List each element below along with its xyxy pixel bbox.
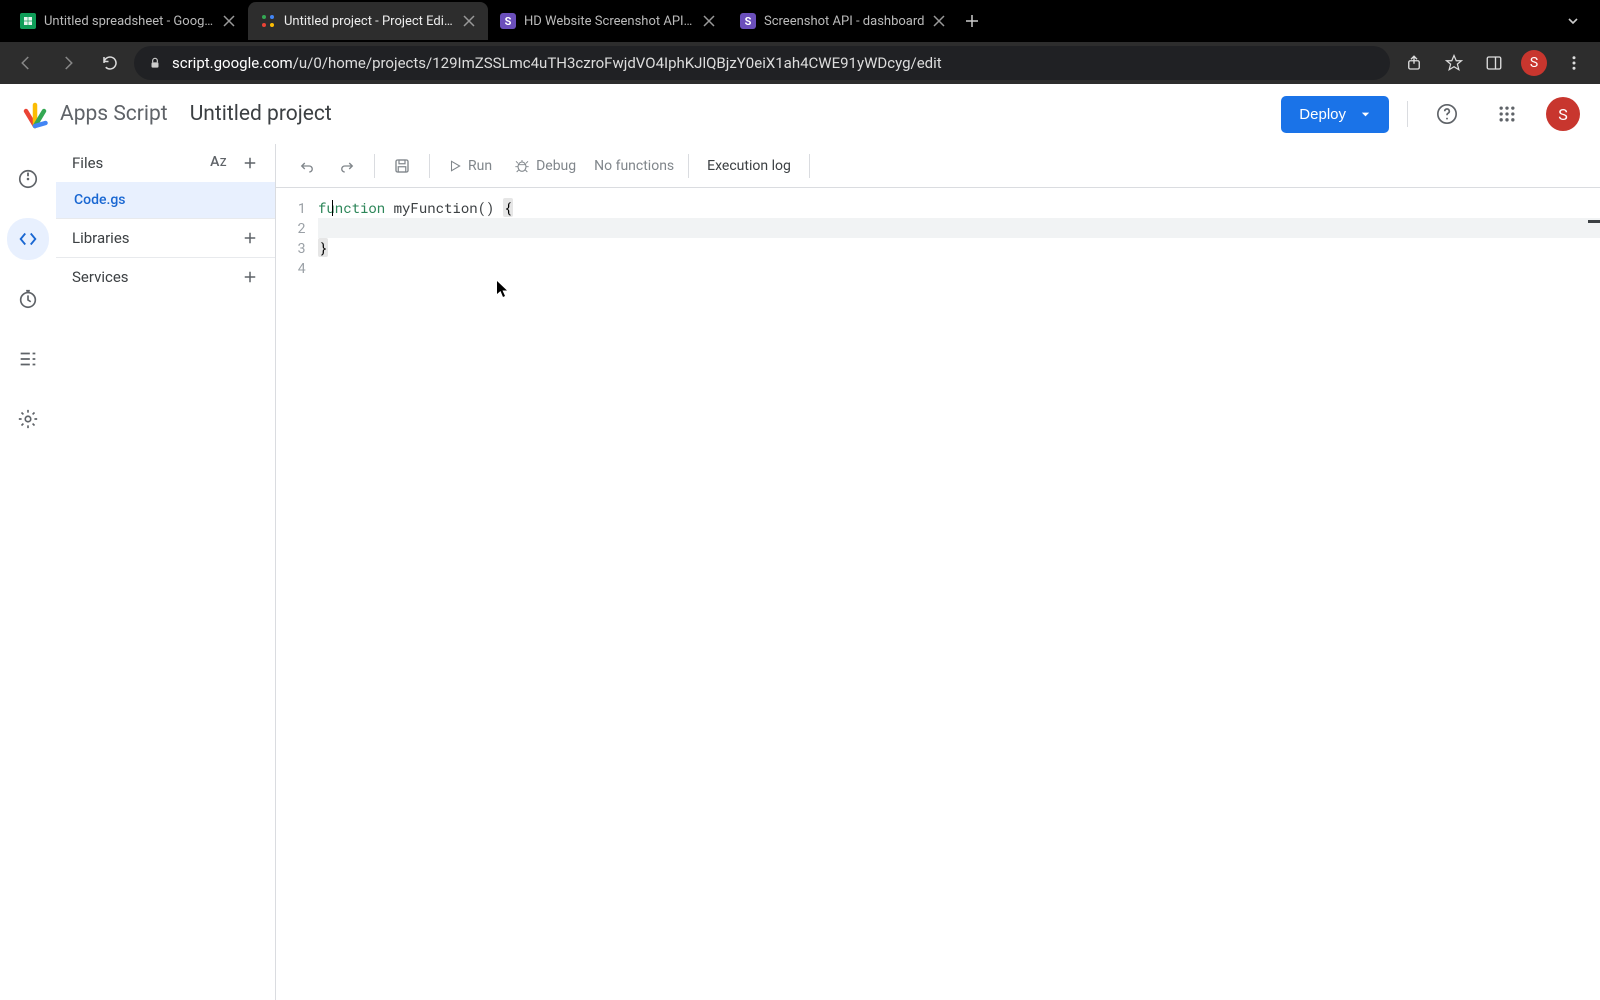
libraries-label: Libraries (72, 229, 130, 247)
apps-menu-button[interactable] (1486, 93, 1528, 135)
browser-tab-0[interactable]: Untitled spreadsheet - Google (8, 2, 248, 40)
browser-menu-button[interactable] (1556, 45, 1592, 81)
sheets-icon (20, 13, 36, 29)
files-label: Files (72, 154, 103, 172)
minimap-mark (1588, 220, 1600, 223)
navigation-rail (0, 144, 56, 1000)
apps-script-icon (20, 99, 50, 129)
divider (1407, 101, 1408, 127)
separator (429, 154, 430, 178)
run-label: Run (468, 158, 492, 174)
tab-title: Screenshot API - dashboard (764, 14, 924, 29)
triggers-nav[interactable] (7, 278, 49, 320)
share-button[interactable] (1396, 45, 1432, 81)
profile-button[interactable]: S (1516, 45, 1552, 81)
forward-button[interactable] (50, 45, 86, 81)
overview-nav[interactable] (7, 158, 49, 200)
editor-nav[interactable] (7, 218, 49, 260)
services-section: Services (56, 257, 275, 296)
tab-title: Untitled spreadsheet - Google (44, 14, 214, 29)
url-text: script.google.com/u/0/home/projects/129I… (172, 54, 942, 72)
apps-script-icon (260, 13, 276, 29)
url-field[interactable]: script.google.com/u/0/home/projects/129I… (134, 46, 1390, 80)
text-cursor (332, 200, 333, 216)
app-name: Apps Script (60, 102, 168, 126)
help-button[interactable] (1426, 93, 1468, 135)
browser-tab-1[interactable]: Untitled project - Project Edito (248, 2, 488, 40)
address-bar: script.google.com/u/0/home/projects/129I… (0, 42, 1600, 84)
debug-button[interactable]: Debug (504, 152, 586, 180)
main-area: Files AZ Code.gs Libraries Services (0, 144, 1600, 1000)
libraries-section: Libraries (56, 218, 275, 257)
deploy-label: Deploy (1299, 106, 1346, 123)
line-gutter: 1 2 3 4 (276, 198, 318, 1000)
back-button[interactable] (8, 45, 44, 81)
browser-tab-strip: Untitled spreadsheet - Google Untitled p… (0, 0, 1600, 42)
mouse-cursor (496, 280, 510, 298)
undo-button[interactable] (288, 151, 326, 181)
save-button[interactable] (383, 151, 421, 181)
function-select[interactable]: No functions (588, 158, 680, 174)
new-tab-button[interactable] (958, 7, 986, 35)
tab-title: HD Website Screenshot API | S (524, 14, 694, 29)
sort-files-button[interactable]: AZ (210, 154, 227, 172)
code-editor[interactable]: 1 2 3 4 function myFunction() { } (276, 188, 1600, 1000)
s-icon: S (500, 13, 516, 29)
reload-button[interactable] (92, 45, 128, 81)
browser-tab-3[interactable]: S Screenshot API - dashboard (728, 2, 958, 40)
editor-area: Run Debug No functions Execution log 1 2… (276, 144, 1600, 1000)
browser-tab-2[interactable]: S HD Website Screenshot API | S (488, 2, 728, 40)
redo-button[interactable] (328, 151, 366, 181)
account-avatar[interactable]: S (1546, 97, 1580, 131)
side-panel-button[interactable] (1476, 45, 1512, 81)
services-label: Services (72, 268, 129, 286)
lock-icon (148, 56, 162, 70)
executions-nav[interactable] (7, 338, 49, 380)
separator (688, 154, 689, 178)
file-item-code[interactable]: Code.gs (56, 182, 275, 218)
close-icon[interactable] (702, 14, 716, 28)
chevron-down-icon (1360, 109, 1371, 120)
run-button[interactable]: Run (438, 152, 502, 180)
code-content[interactable]: function myFunction() { } (318, 198, 1600, 1000)
files-panel: Files AZ Code.gs Libraries Services (56, 144, 276, 1000)
tab-list-button[interactable] (1554, 14, 1592, 28)
app-header: Apps Script Untitled project Deploy S (0, 84, 1600, 144)
editor-toolbar: Run Debug No functions Execution log (276, 144, 1600, 188)
add-file-button[interactable] (241, 154, 259, 172)
project-title[interactable]: Untitled project (190, 102, 332, 126)
files-section-header: Files AZ (56, 144, 275, 182)
apps-script-logo[interactable]: Apps Script (20, 99, 168, 129)
add-library-button[interactable] (241, 229, 259, 247)
bookmark-button[interactable] (1436, 45, 1472, 81)
deploy-button[interactable]: Deploy (1281, 96, 1389, 133)
close-icon[interactable] (462, 14, 476, 28)
close-icon[interactable] (222, 14, 236, 28)
separator (374, 154, 375, 178)
tab-title: Untitled project - Project Edito (284, 14, 454, 29)
add-service-button[interactable] (241, 268, 259, 286)
debug-label: Debug (536, 158, 576, 174)
execution-log-button[interactable]: Execution log (697, 152, 801, 180)
settings-nav[interactable] (7, 398, 49, 440)
s-icon: S (740, 13, 756, 29)
close-icon[interactable] (932, 14, 946, 28)
separator (809, 154, 810, 178)
